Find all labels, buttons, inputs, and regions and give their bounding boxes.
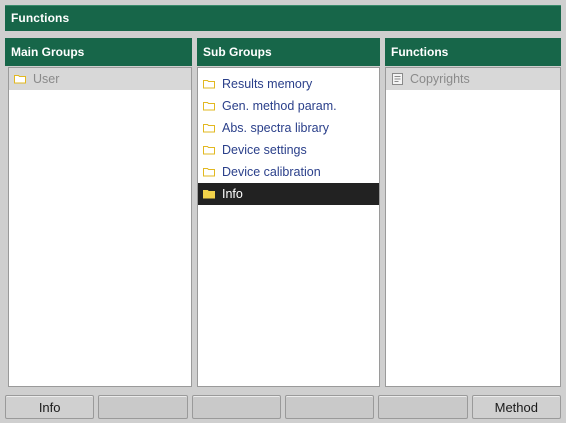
main-groups-header: Main Groups bbox=[5, 38, 192, 66]
softkey-bar: Info Method bbox=[5, 395, 561, 419]
sub-groups-header: Sub Groups bbox=[197, 38, 380, 66]
folder-open-icon bbox=[202, 189, 216, 199]
sub-group-item-label: Abs. spectra library bbox=[222, 121, 329, 135]
sub-group-item-gen-method-param[interactable]: Gen. method param. bbox=[198, 95, 379, 117]
folder-icon bbox=[202, 167, 216, 177]
folder-icon bbox=[202, 101, 216, 111]
document-icon bbox=[390, 73, 404, 85]
sub-group-item-device-settings[interactable]: Device settings bbox=[198, 139, 379, 161]
functions-window: Functions Main Groups Sub Groups Functio… bbox=[0, 0, 566, 423]
sub-group-item-label: Device settings bbox=[222, 143, 307, 157]
window-title: Functions bbox=[11, 11, 70, 25]
main-group-item-user[interactable]: User bbox=[9, 68, 191, 90]
folder-icon bbox=[202, 79, 216, 89]
main-groups-header-label: Main Groups bbox=[11, 45, 85, 59]
sub-group-item-label: Results memory bbox=[222, 77, 313, 91]
functions-header: Functions bbox=[385, 38, 561, 66]
folder-icon bbox=[202, 123, 216, 133]
softkey-4-button[interactable] bbox=[284, 395, 375, 419]
function-item-copyrights[interactable]: Copyrights bbox=[386, 68, 560, 90]
function-item-label: Copyrights bbox=[410, 72, 470, 86]
main-group-item-label: User bbox=[33, 72, 60, 86]
title-bar: Functions bbox=[5, 5, 561, 31]
functions-list[interactable]: Copyrights bbox=[385, 67, 561, 387]
softkey-5-button[interactable] bbox=[378, 395, 468, 419]
sub-group-item-device-calibration[interactable]: Device calibration bbox=[198, 161, 379, 183]
folder-icon bbox=[202, 145, 216, 155]
softkey-2-button[interactable] bbox=[98, 395, 188, 419]
softkey-method-button[interactable]: Method bbox=[471, 395, 561, 419]
sub-group-item-results-memory[interactable]: Results memory bbox=[198, 73, 379, 95]
folder-icon bbox=[13, 74, 27, 84]
sub-groups-list[interactable]: Results memory Gen. method param. Abs. s… bbox=[197, 67, 380, 387]
sub-groups-header-label: Sub Groups bbox=[203, 45, 272, 59]
functions-header-label: Functions bbox=[391, 45, 449, 59]
main-groups-list[interactable]: User bbox=[8, 67, 192, 387]
sub-group-item-label: Gen. method param. bbox=[222, 99, 337, 113]
sub-group-item-label: Device calibration bbox=[222, 165, 321, 179]
sub-group-item-abs-spectra-library[interactable]: Abs. spectra library bbox=[198, 117, 379, 139]
softkey-info-button[interactable]: Info bbox=[5, 395, 95, 419]
softkey-3-button[interactable] bbox=[191, 395, 281, 419]
sub-group-item-label: Info bbox=[222, 187, 243, 201]
sub-group-item-info[interactable]: Info bbox=[198, 183, 379, 205]
